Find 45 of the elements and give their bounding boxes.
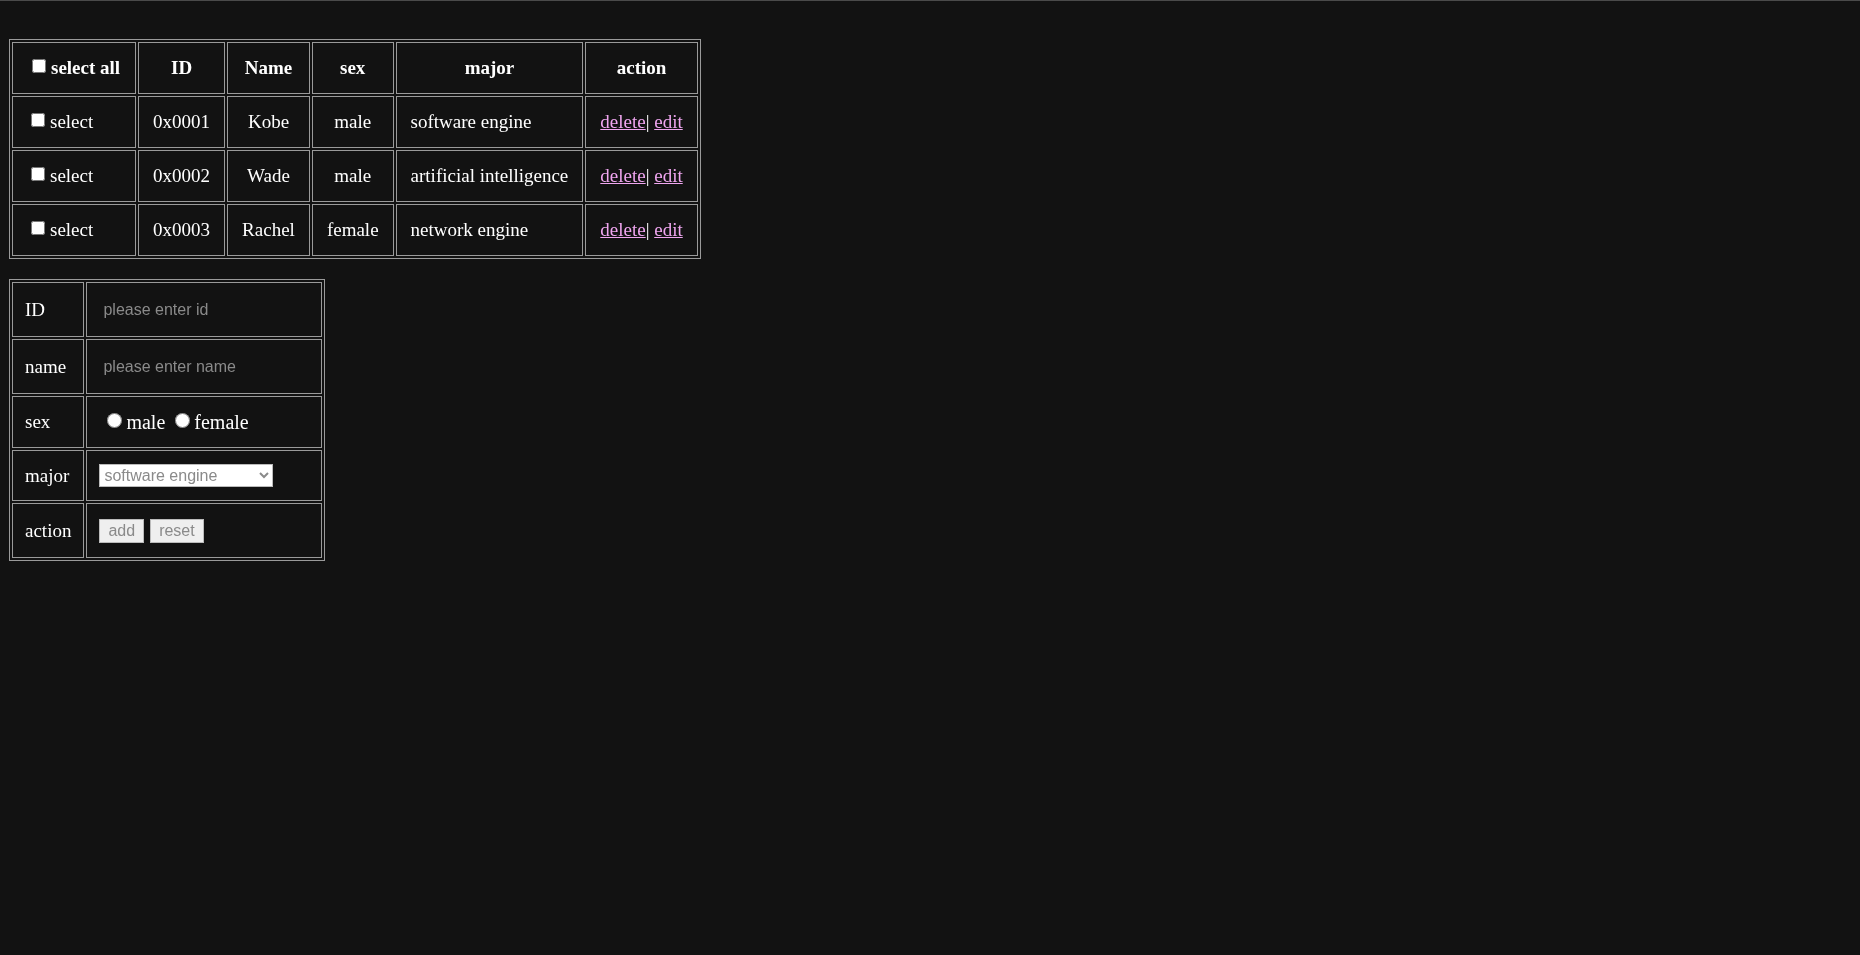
id-cell: 0x0001	[138, 96, 226, 148]
name-cell: Wade	[227, 150, 310, 202]
major-cell: network engine	[395, 204, 584, 256]
edit-link[interactable]: edit	[654, 165, 683, 186]
id-input-field[interactable]: please enter id	[86, 282, 323, 337]
delete-link[interactable]: delete	[600, 111, 646, 132]
select-label: select	[50, 219, 94, 240]
row-checkbox[interactable]	[31, 113, 45, 127]
edit-link[interactable]: edit	[654, 111, 683, 132]
major-cell: software engine	[395, 96, 584, 148]
row-checkbox[interactable]	[31, 221, 45, 235]
field-label: name	[12, 339, 85, 394]
id-cell: 0x0002	[138, 150, 226, 202]
major-cell: artificial intelligence	[395, 150, 584, 202]
radio-label: female	[194, 410, 249, 433]
sex-cell: female	[311, 204, 394, 256]
separator: |	[645, 165, 651, 186]
select-all-checkbox[interactable]	[32, 59, 46, 73]
select-label: select	[50, 165, 94, 186]
field-label: ID	[12, 282, 85, 337]
column-header: sex	[311, 42, 394, 94]
id-cell: 0x0003	[138, 204, 226, 256]
separator: |	[645, 219, 651, 240]
delete-link[interactable]: delete	[600, 165, 646, 186]
delete-link[interactable]: delete	[600, 219, 646, 240]
separator: |	[645, 111, 651, 132]
column-header: major	[395, 42, 584, 94]
name-cell: Kobe	[227, 96, 310, 148]
name-input-field[interactable]: please enter name	[86, 339, 323, 394]
edit-link[interactable]: edit	[654, 219, 683, 240]
column-header: ID	[138, 42, 226, 94]
sex-radio[interactable]	[175, 412, 191, 428]
select-label: select	[50, 111, 94, 132]
field-label: major	[12, 450, 85, 501]
name-cell: Rachel	[227, 204, 310, 256]
radio-label: male	[126, 410, 166, 433]
column-header: Name	[227, 42, 310, 94]
field-label: sex	[12, 396, 85, 448]
sex-cell: male	[311, 150, 394, 202]
column-header: action	[585, 42, 698, 94]
sex-cell: male	[311, 96, 394, 148]
field-label: action	[12, 503, 85, 558]
row-checkbox[interactable]	[31, 167, 45, 181]
sex-radio[interactable]	[107, 412, 123, 428]
select-all-label: select all	[51, 57, 121, 78]
